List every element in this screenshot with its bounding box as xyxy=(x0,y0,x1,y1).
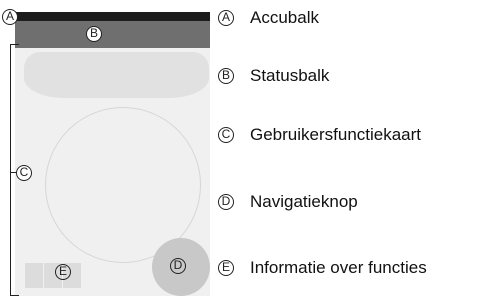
legend-marker: A xyxy=(218,10,234,26)
user-card-header xyxy=(24,52,209,98)
legend-label: Gebruikersfunctiekaart xyxy=(250,125,422,144)
legend-item-nav: D Navigatieknop xyxy=(218,190,358,214)
legend-label: Informatie over functies xyxy=(250,258,427,277)
marker-status: B xyxy=(86,26,102,42)
legend-marker: E xyxy=(218,260,234,276)
card-bracket-top xyxy=(10,44,19,45)
legend-marker: C xyxy=(218,127,234,143)
legend-marker: B xyxy=(218,68,234,84)
info-tile-left xyxy=(25,263,43,288)
marker-user-card: C xyxy=(16,165,32,181)
status-bar xyxy=(15,21,210,48)
legend-marker: D xyxy=(218,194,234,210)
marker-info: E xyxy=(55,264,71,280)
legend-label: Navigatieknop xyxy=(250,192,358,211)
legend-item-battery: A Accubalk xyxy=(218,6,319,30)
marker-battery: A xyxy=(2,9,18,25)
marker-nav: D xyxy=(170,258,186,274)
legend-item-status: B Statusbalk xyxy=(218,64,329,88)
legend-item-info: E Informatie over functies xyxy=(218,256,427,280)
legend-item-user-card: C Gebruikersfunctiekaart xyxy=(218,123,421,147)
battery-bar xyxy=(15,12,210,21)
legend-label: Statusbalk xyxy=(250,66,330,85)
card-bracket-line xyxy=(10,44,11,296)
legend-label: Accubalk xyxy=(250,8,319,27)
